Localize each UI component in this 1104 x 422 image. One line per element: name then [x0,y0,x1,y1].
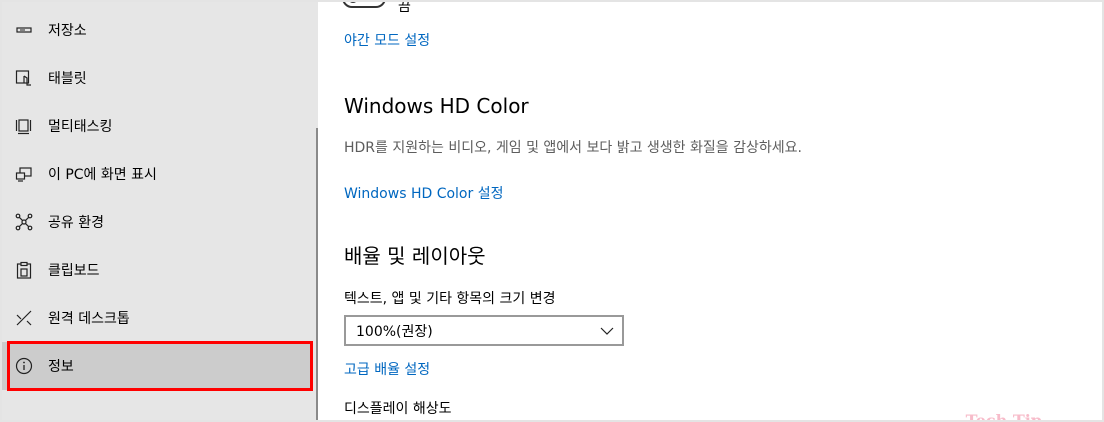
hd-color-description: HDR를 지원하는 비디오, 게임 및 앱에서 보다 밝고 생생한 화질을 감상… [344,140,802,156]
text-size-label: 텍스트, 앱 및 기타 항목의 크기 변경 [344,291,556,307]
hd-color-heading: Windows HD Color [344,94,529,118]
display-settings-panel: 끔 야간 모드 설정 Windows HD Color HDR를 지원하는 비디… [318,2,1102,420]
sidebar-item-multitasking[interactable]: 멀티태스킹 [2,102,310,150]
sidebar-item-storage[interactable]: 저장소 [2,6,310,54]
scale-dropdown-value: 100%(권장) [356,323,433,340]
toggle-state-label: 끔 [398,2,411,15]
toggle-knob [348,2,358,3]
watermark-logo: Tech Tip [966,411,1042,420]
sidebar-item-remote-desktop[interactable]: 원격 데스크톱 [2,294,310,342]
multitasking-icon [14,116,34,136]
remote-desktop-icon [14,308,34,328]
sidebar-item-label: 클립보드 [48,263,100,279]
night-light-settings-link[interactable]: 야간 모드 설정 [344,30,430,50]
highlight-annotation [7,341,313,391]
sidebar-item-label: 공유 환경 [48,215,104,231]
sidebar-item-label: 원격 데스크톱 [48,311,130,327]
scale-layout-heading: 배율 및 레이아웃 [344,244,486,268]
sidebar-item-shared-experiences[interactable]: 공유 환경 [2,198,310,246]
sidebar-item-label: 이 PC에 화면 표시 [48,167,157,183]
hd-color-settings-link[interactable]: Windows HD Color 설정 [344,183,503,203]
advanced-scaling-link[interactable]: 고급 배율 설정 [344,359,430,379]
clipboard-icon [14,260,34,280]
storage-icon [14,20,34,40]
sidebar-item-clipboard[interactable]: 클립보드 [2,246,310,294]
display-resolution-label: 디스플레이 해상도 [344,401,452,417]
scale-dropdown[interactable]: 100%(권장) [344,315,624,346]
tablet-icon [14,68,34,88]
sidebar-item-project-to-pc[interactable]: 이 PC에 화면 표시 [2,150,310,198]
sidebar-item-label: 태블릿 [48,71,87,87]
sidebar-item-label: 멀티태스킹 [48,119,113,135]
project-to-pc-icon [14,164,34,184]
chevron-down-icon [600,327,614,335]
shared-experiences-icon [14,212,34,232]
night-light-toggle[interactable] [342,2,386,8]
sidebar-item-tablet[interactable]: 태블릿 [2,54,310,102]
sidebar-item-label: 저장소 [48,23,87,39]
